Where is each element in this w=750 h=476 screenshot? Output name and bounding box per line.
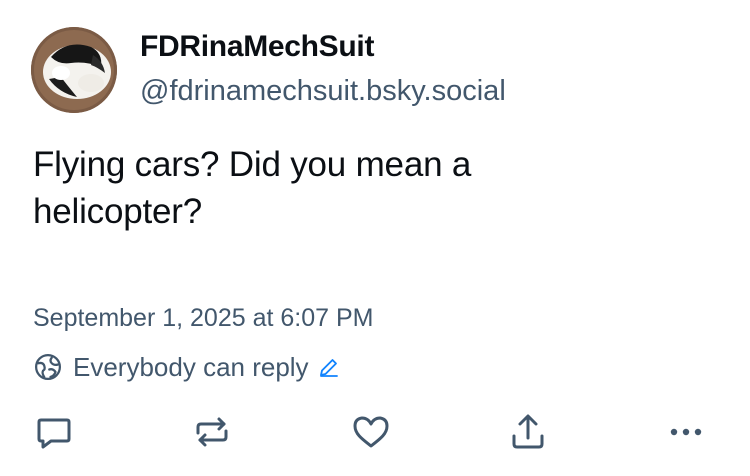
repost-button[interactable] [192,412,232,452]
pencil-icon [319,359,338,377]
author-display-name[interactable]: FDRinaMechSuit [140,30,374,64]
like-button[interactable] [351,412,391,452]
reply-settings-button[interactable]: Everybody can reply [33,349,341,385]
avatar[interactable] [31,27,117,113]
speech-bubble-icon [37,418,71,449]
share-upload-icon [512,414,544,449]
post-timestamp: September 1, 2025 at 6:07 PM [33,304,374,332]
reply-settings-label: Everybody can reply [73,351,309,382]
more-options-button[interactable] [666,412,706,452]
globe-icon [35,354,61,380]
post-thread-item: FDRinaMechSuit @fdrinamechsuit.bsky.soci… [0,0,750,476]
share-button[interactable] [508,412,548,452]
post-text: Flying cars? Did you mean a helicopter? [33,145,472,231]
ellipsis-icon [670,428,702,436]
heart-icon [353,416,389,448]
reply-button[interactable] [34,412,74,452]
avatar-image [31,27,117,113]
author-handle[interactable]: @fdrinamechsuit.bsky.social [140,75,506,108]
repost-arrows-icon [196,417,228,447]
